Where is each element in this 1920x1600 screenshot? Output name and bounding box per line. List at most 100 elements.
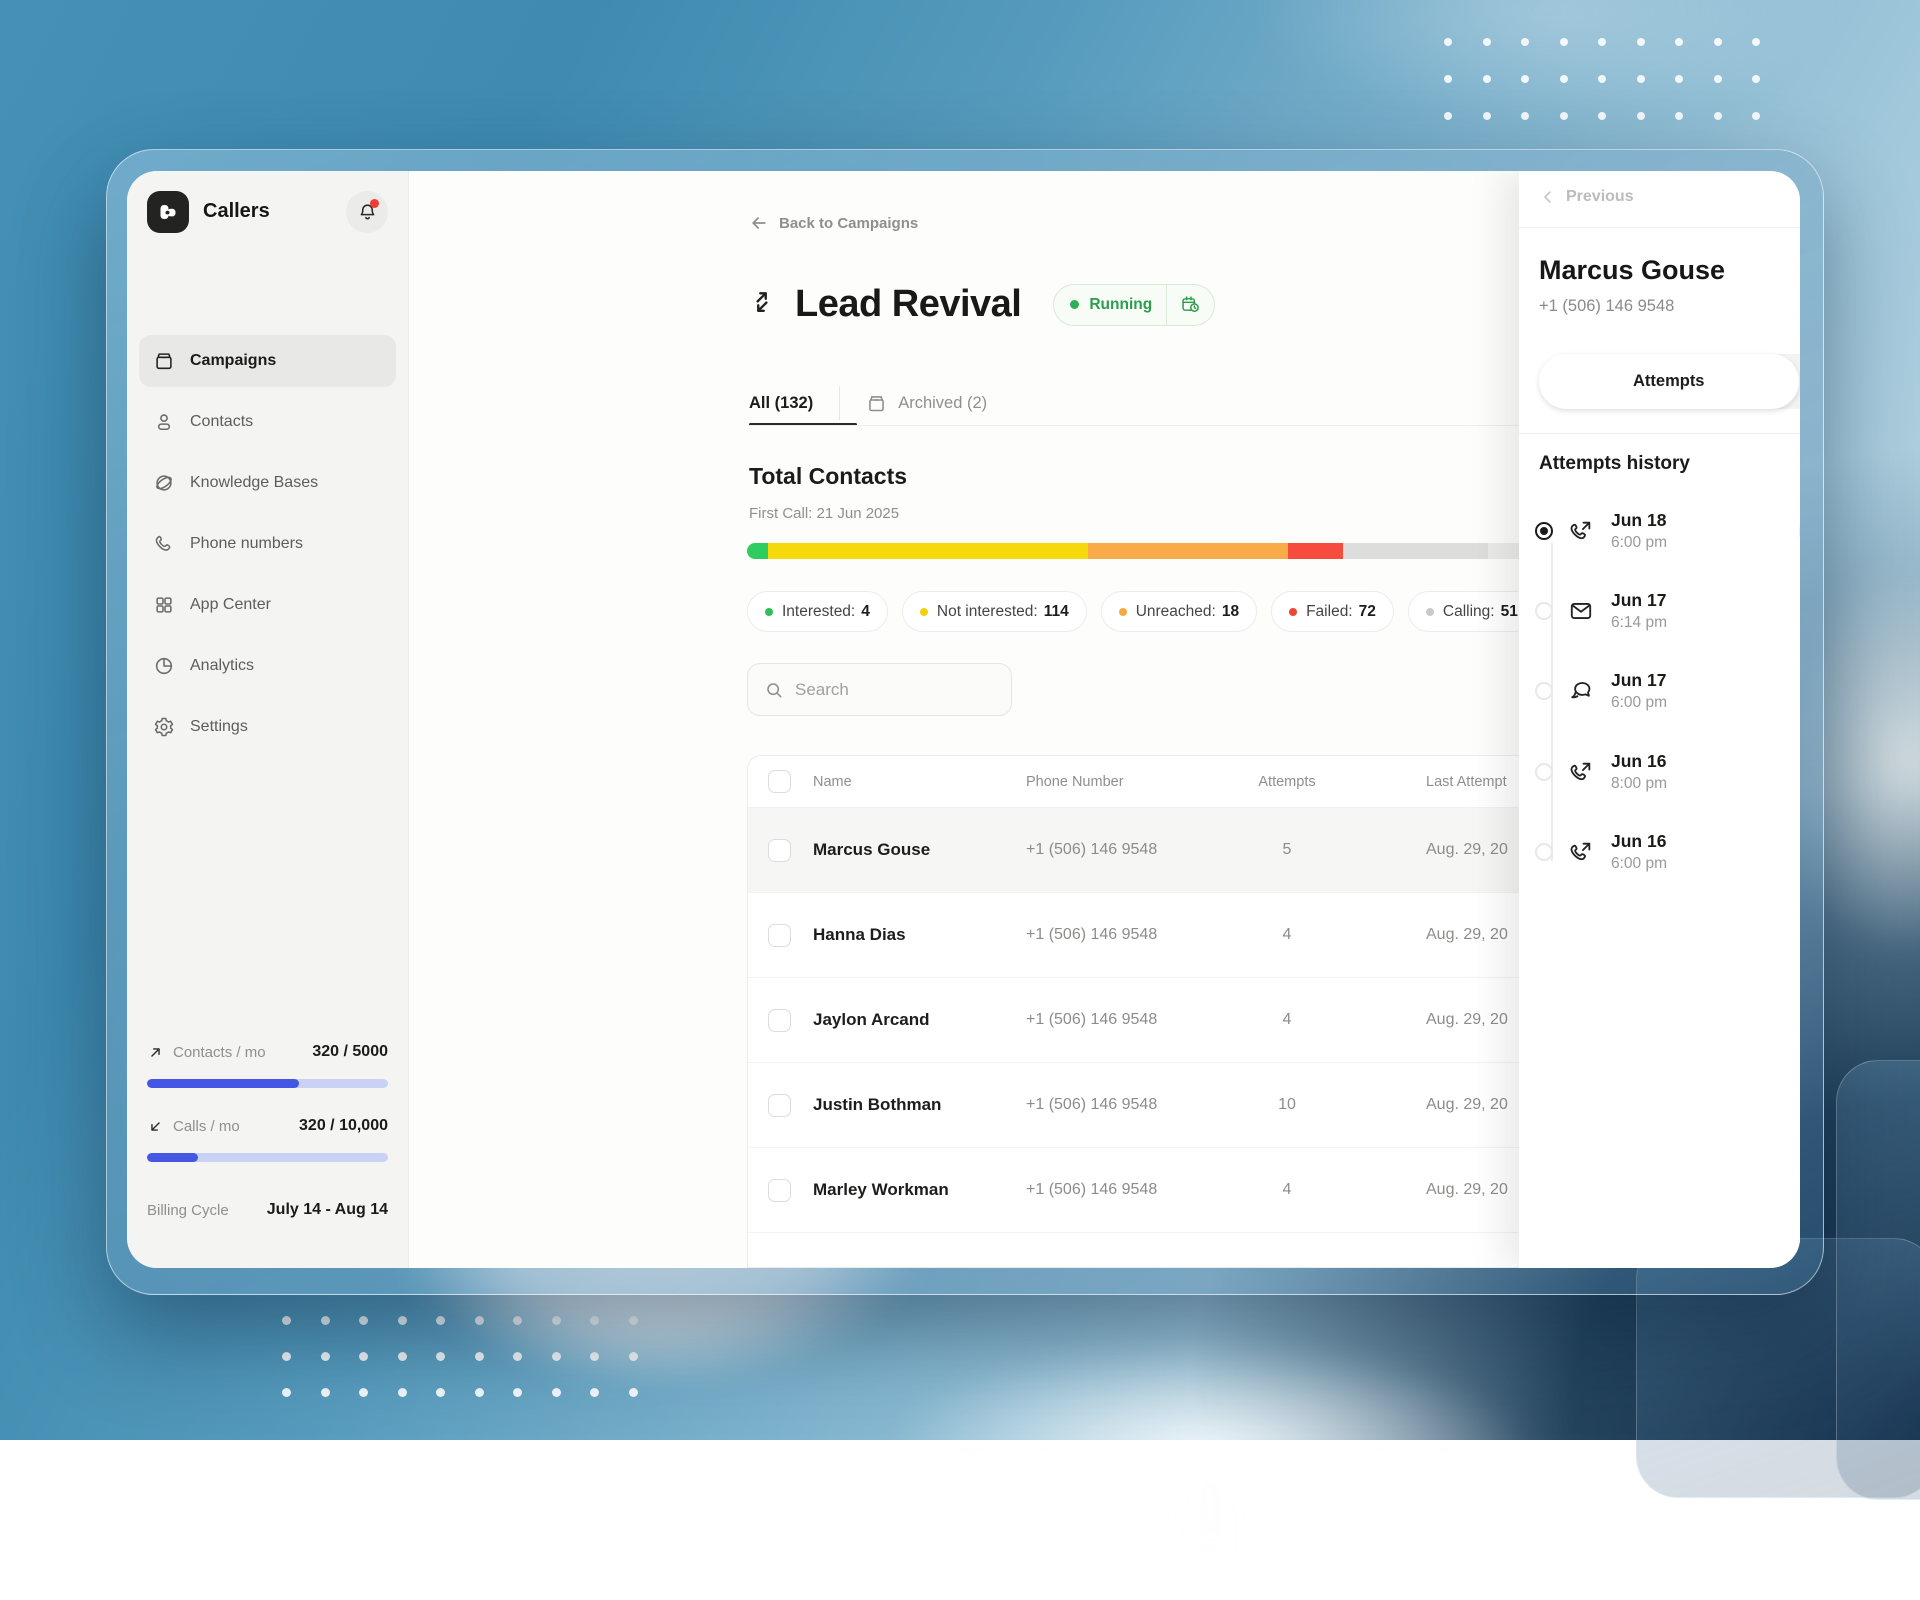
contact-detail-panel: Previous Next Marcus Gouse +1 (506) 146 …: [1519, 171, 1800, 1268]
cell-name: Justin Bothman: [813, 1095, 1026, 1115]
table-row[interactable]: Hanna Dias+1 (506) 146 95484Aug. 29, 20: [748, 893, 1543, 978]
cell-last-attempt: Aug. 29, 20: [1426, 1011, 1508, 1029]
contacts-distribution-bar: [747, 543, 1544, 559]
cell-last-attempt: Aug. 29, 20: [1426, 1096, 1508, 1114]
phone-numbers-icon: [153, 533, 175, 555]
contact-phone: +1 (506) 146 9548: [1539, 297, 1674, 316]
status-dot: [1426, 608, 1434, 616]
table-row[interactable]: Marcus Gouse+1 (506) 146 95485Aug. 29, 2…: [748, 808, 1543, 893]
cell-name: Hanna Dias: [813, 925, 1026, 945]
app-center-icon: [153, 594, 175, 616]
select-all-checkbox[interactable]: [768, 770, 791, 793]
table-row[interactable]: Marley Workman+1 (506) 146 95484Aug. 29,…: [748, 1148, 1543, 1233]
attempt-radio[interactable]: [1535, 763, 1553, 781]
knowledge-bases-icon: [153, 472, 175, 494]
cell-phone: +1 (506) 146 9548: [1026, 841, 1237, 859]
row-checkbox[interactable]: [768, 1179, 791, 1202]
sidebar-item-campaigns[interactable]: Campaigns: [139, 335, 396, 387]
table-header-row: Name Phone Number Attempts Last Attempt: [748, 756, 1543, 808]
row-checkbox[interactable]: [768, 1094, 791, 1117]
chip-not-interested[interactable]: Not interested:114: [902, 591, 1087, 632]
attempt-entry[interactable]: Jun 168:00 pm0:08Voicemail Left: [1535, 740, 1800, 804]
table-row[interactable]: Justin Bothman+1 (506) 146 954810 Aug. 29…: [748, 1063, 1543, 1148]
cell-phone: +1 (506) 146 9548: [1026, 926, 1237, 944]
search-box[interactable]: [747, 663, 1012, 716]
tab-contact-info[interactable]: Contact info: [1799, 354, 1801, 409]
attempt-time: 8:00 pm: [1611, 775, 1667, 793]
phone-outgoing-icon: [1568, 518, 1594, 544]
calls-usage-bar: [147, 1153, 388, 1162]
distribution-segment: [747, 543, 768, 559]
distribution-segment: [1288, 543, 1343, 559]
panel-divider: [1519, 433, 1800, 434]
recording-pill[interactable]: 0:32: [1799, 508, 1800, 555]
contacts-usage-bar: [147, 1079, 388, 1088]
attempt-date: Jun 16: [1611, 751, 1667, 772]
tab-separator: [839, 386, 840, 420]
sidebar-item-knowledge-bases[interactable]: Knowledge Bases: [139, 457, 396, 509]
chip-failed[interactable]: Failed:72: [1271, 591, 1394, 632]
cell-name: Jaylon Arcand: [813, 1010, 1026, 1030]
tab-archived[interactable]: Archived (2): [866, 393, 987, 414]
sidebar-item-analytics[interactable]: Analytics: [139, 640, 396, 692]
status-dot: [1289, 608, 1297, 616]
first-call-subtitle: First Call: 21 Jun 2025: [749, 505, 899, 522]
archive-icon: [866, 393, 887, 414]
arrow-down-left-icon: [147, 1118, 164, 1135]
schedule-icon[interactable]: [1167, 294, 1214, 315]
attempt-entry[interactable]: Jun 176:14 pmEmail Sent: [1535, 579, 1800, 643]
total-contacts-heading: Total Contacts: [749, 463, 907, 490]
sidebar-item-settings[interactable]: Settings: [139, 701, 396, 753]
back-to-campaigns-link[interactable]: Back to Campaigns: [749, 213, 918, 233]
panel-tabs: Attempts Contact info: [1539, 354, 1800, 409]
row-checkbox[interactable]: [768, 924, 791, 947]
notifications-button[interactable]: [346, 191, 388, 233]
row-checkbox[interactable]: [768, 839, 791, 862]
status-chips: Interested:4 Not interested:114 Unreached:…: [747, 591, 1536, 632]
tab-attempts[interactable]: Attempts: [1539, 354, 1799, 409]
distribution-segment: [1088, 543, 1288, 559]
decorative-glass-shape: [1836, 1060, 1920, 1500]
attempt-entry[interactable]: Jun 186:00 pm0:32Not Interested: [1535, 499, 1800, 563]
column-header-name[interactable]: Name: [813, 774, 1026, 790]
search-input[interactable]: [795, 680, 985, 700]
column-header-attempts[interactable]: Attempts: [1237, 774, 1337, 790]
sidebar-item-app-center[interactable]: App Center: [139, 579, 396, 631]
cell-last-attempt: Aug. 29, 20: [1426, 926, 1508, 944]
chip-calling[interactable]: Calling:51: [1408, 591, 1536, 632]
cell-attempts: 10: [1237, 1096, 1337, 1114]
email-icon: [1568, 598, 1594, 624]
cell-last-attempt: Aug. 29, 20: [1426, 1181, 1508, 1199]
tab-all[interactable]: All (132): [749, 394, 813, 413]
attempt-entry[interactable]: Jun 176:00 pm2Interested: [1535, 659, 1800, 723]
calls-usage-row: Calls / mo 320 / 10,000: [147, 1117, 388, 1135]
attempt-date: Jun 16: [1611, 831, 1667, 852]
contact-name: Marcus Gouse: [1539, 255, 1725, 286]
attempt-radio[interactable]: [1535, 682, 1553, 700]
panel-nav-bar: Previous Next: [1519, 171, 1800, 228]
cell-phone: +1 (506) 146 9548: [1026, 1096, 1237, 1114]
chip-unreached[interactable]: Unreached:18: [1101, 591, 1257, 632]
previous-contact-button[interactable]: Previous: [1539, 188, 1634, 206]
sidebar-item-contacts[interactable]: Contacts: [139, 396, 396, 448]
contacts-usage-row: Contacts / mo 320 / 5000: [147, 1043, 388, 1061]
cell-attempts: 5: [1237, 841, 1337, 859]
contacts-usage-value: 320 / 5000: [312, 1043, 388, 1061]
attempt-radio[interactable]: [1535, 522, 1553, 540]
column-header-phone[interactable]: Phone Number: [1026, 774, 1237, 790]
attempt-radio[interactable]: [1535, 843, 1553, 861]
chevron-left-icon: [1539, 188, 1557, 206]
column-header-last-attempt[interactable]: Last Attempt: [1426, 774, 1507, 790]
table-row[interactable]: Jaylon Arcand+1 (506) 146 95484Aug. 29, …: [748, 978, 1543, 1063]
row-checkbox[interactable]: [768, 1009, 791, 1032]
campaigns-icon: [153, 350, 175, 372]
campaign-status-badge[interactable]: Running: [1053, 284, 1215, 326]
attempt-radio[interactable]: [1535, 602, 1553, 620]
arrow-left-icon: [749, 213, 769, 233]
chip-interested[interactable]: Interested:4: [747, 591, 888, 632]
cell-phone: +1 (506) 146 9548: [1026, 1011, 1237, 1029]
billing-cycle-value: July 14 - Aug 14: [267, 1201, 388, 1219]
attempt-time: 6:00 pm: [1611, 534, 1667, 552]
attempt-entry[interactable]: Jun 166:00 pmNo Answer: [1535, 820, 1800, 884]
sidebar-item-phone-numbers[interactable]: Phone numbers: [139, 518, 396, 570]
